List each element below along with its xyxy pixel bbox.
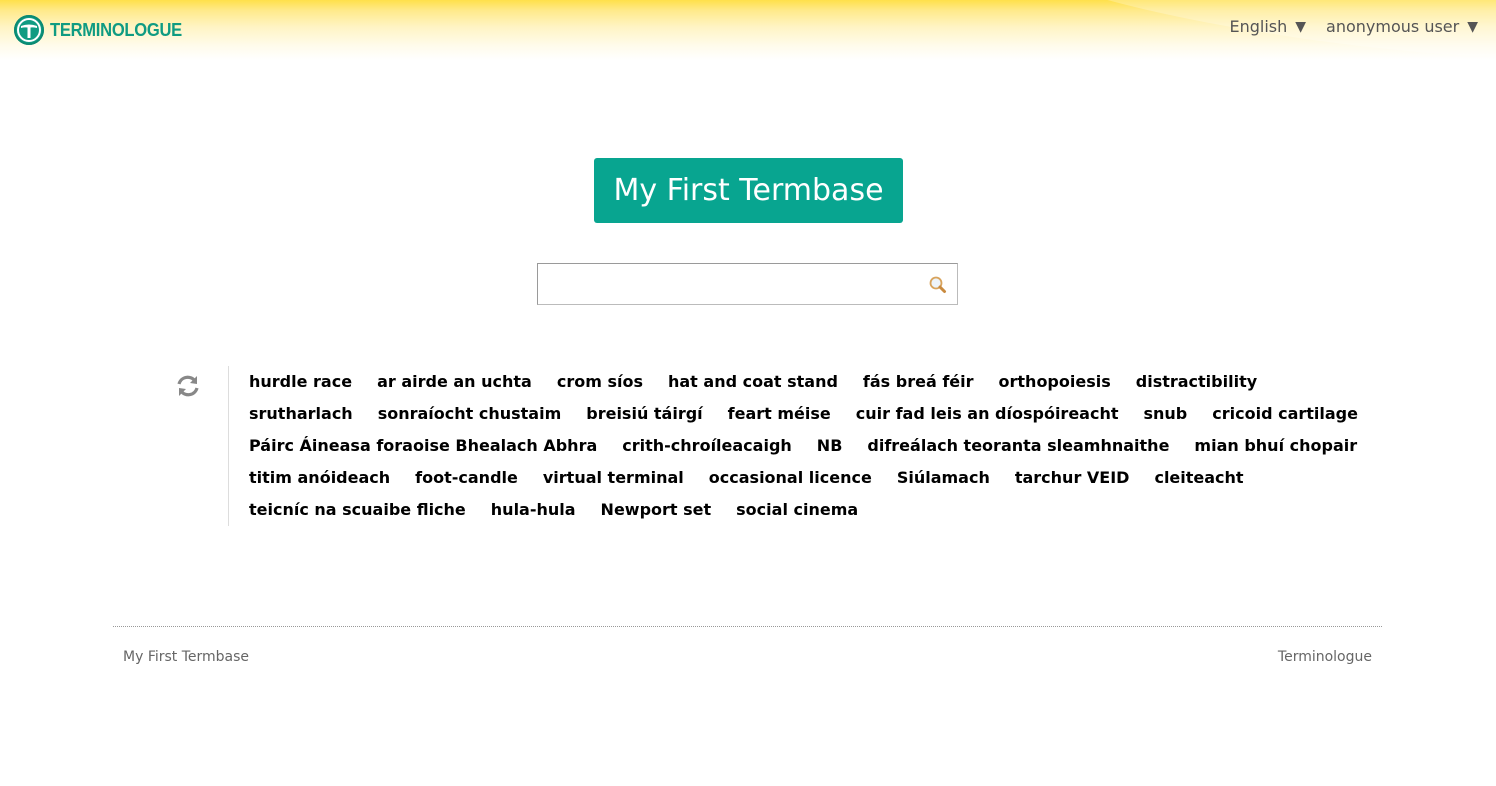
term-link[interactable]: crom síos [557,366,643,398]
random-terms-list: hurdle race ar airde an uchta crom síos hat… [249,366,1379,526]
footer-terminologue-link[interactable]: Terminologue [1278,649,1372,665]
term-link[interactable]: ar airde an uchta [377,366,532,398]
logo-link[interactable]: TERMINOLOGUE [14,14,193,46]
terminologue-logo-icon [14,15,44,45]
term-link[interactable]: titim anóideach [249,462,390,494]
term-link[interactable]: NB [817,430,843,462]
search-input[interactable] [538,264,918,304]
term-link[interactable]: distractibility [1136,366,1257,398]
term-link[interactable]: srutharlach [249,398,353,430]
term-link[interactable]: cricoid cartilage [1212,398,1358,430]
top-bar: TERMINOLOGUE English ▼ anonymous user ▼ [0,0,1496,60]
term-link[interactable]: difreálach teoranta sleamhnaithe [867,430,1169,462]
term-link[interactable]: fás breá féir [863,366,974,398]
term-link[interactable]: feart méise [728,398,831,430]
term-link[interactable]: virtual terminal [543,462,684,494]
vertical-divider [228,366,229,526]
term-link[interactable]: teicníc na scuaibe fliche [249,494,466,526]
caret-down-icon: ▼ [1467,18,1478,35]
language-menu[interactable]: English ▼ [1229,17,1306,36]
term-link[interactable]: hula-hula [491,494,576,526]
term-link[interactable]: Newport set [601,494,712,526]
user-label: anonymous user [1326,17,1460,36]
term-link[interactable]: cleiteacht [1154,462,1243,494]
footer-termbase-link[interactable]: My First Termbase [123,649,249,665]
term-link[interactable]: orthopoiesis [999,366,1111,398]
term-link[interactable]: sonraíocht chustaim [378,398,562,430]
footer-divider [113,626,1382,627]
top-nav: English ▼ anonymous user ▼ [1229,17,1478,36]
language-label: English [1229,17,1288,36]
term-link[interactable]: breisiú táirgí [586,398,702,430]
term-link[interactable]: hat and coat stand [668,366,838,398]
term-link[interactable]: snub [1143,398,1187,430]
term-link[interactable]: social cinema [736,494,858,526]
term-link[interactable]: hurdle race [249,366,352,398]
term-link[interactable]: crith-chroíleacaigh [622,430,792,462]
termbase-title-link[interactable]: My First Termbase [594,158,903,223]
term-link[interactable]: mian bhuí chopair [1194,430,1357,462]
refresh-icon[interactable] [174,372,202,400]
caret-down-icon: ▼ [1295,18,1307,35]
user-menu[interactable]: anonymous user ▼ [1326,17,1478,36]
term-link[interactable]: tarchur VEID [1015,462,1130,494]
logo-text: TERMINOLOGUE [50,19,182,40]
term-link[interactable]: occasional licence [709,462,872,494]
term-link[interactable]: Siúlamach [897,462,990,494]
term-link[interactable]: Páirc Áineasa foraoise Bhealach Abhra [249,430,597,462]
search-box [537,263,958,305]
term-link[interactable]: cuir fad leis an díospóireacht [856,398,1119,430]
search-icon[interactable] [927,274,949,296]
term-link[interactable]: foot-candle [415,462,518,494]
